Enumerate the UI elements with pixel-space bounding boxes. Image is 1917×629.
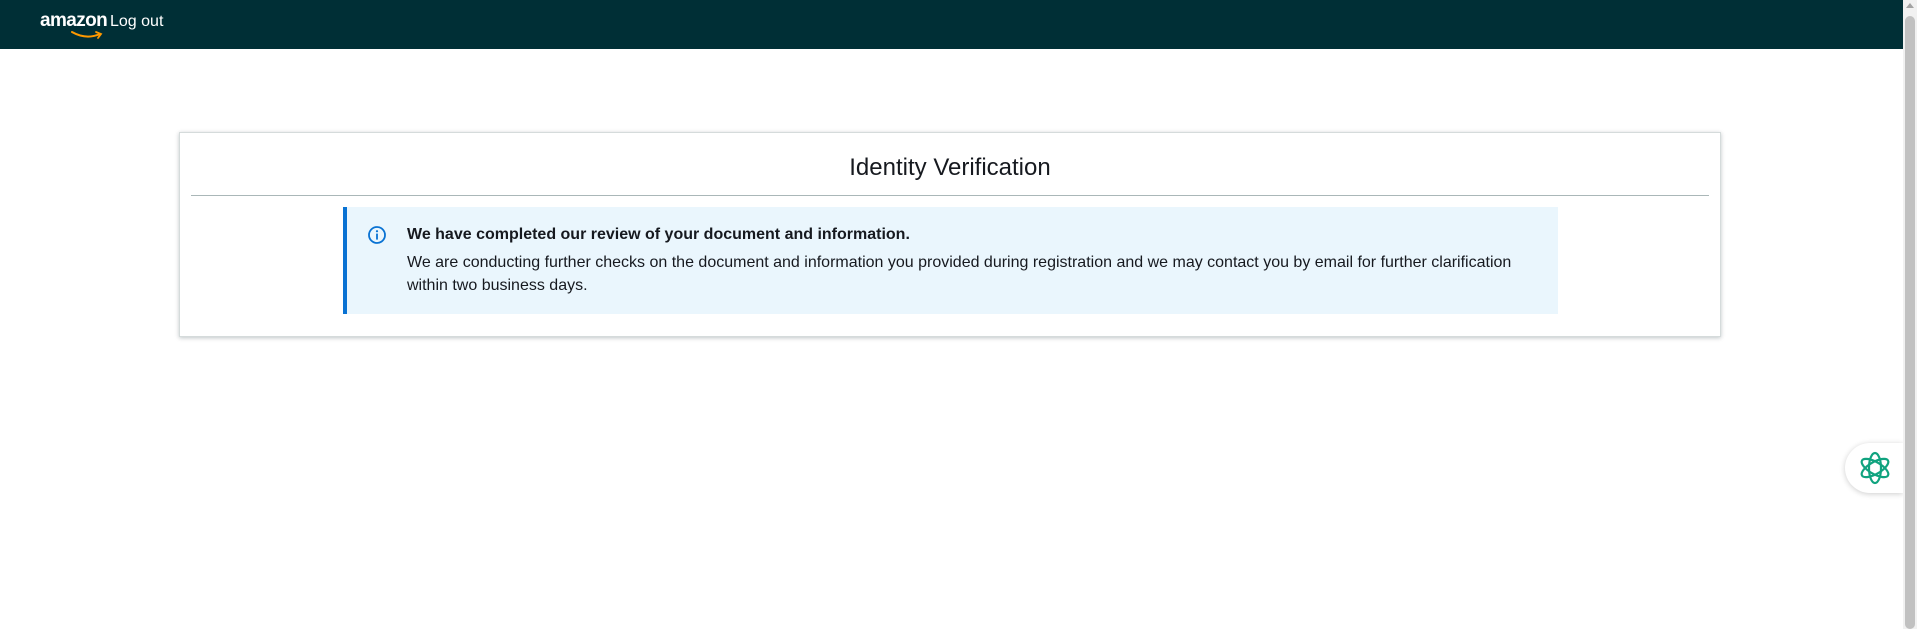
vertical-scrollbar[interactable] <box>1903 0 1917 629</box>
assistant-flower-icon <box>1860 451 1890 485</box>
page-title: Identity Verification <box>849 154 1051 181</box>
top-navigation-bar: amazon Log out <box>0 0 1903 49</box>
alert-message: We are conducting further checks on the … <box>407 254 1512 294</box>
identity-verification-card: Identity Verification We have completed … <box>179 132 1721 337</box>
info-alert: We have completed our review of your doc… <box>343 207 1558 314</box>
scrollbar-thumb[interactable] <box>1905 16 1915 629</box>
divider <box>191 195 1709 196</box>
info-icon <box>368 226 386 244</box>
page: amazon Log out Identity Verification We … <box>0 0 1917 629</box>
amazon-logo[interactable]: amazon <box>40 10 114 39</box>
assistant-widget-button[interactable] <box>1845 443 1903 493</box>
scroll-up-arrow-icon[interactable] <box>1906 3 1914 8</box>
alert-title: We have completed our review of your doc… <box>407 226 910 243</box>
logo-wordmark: amazon <box>40 10 108 31</box>
logout-link[interactable]: Log out <box>110 12 163 32</box>
logo-smile-icon <box>71 31 103 39</box>
